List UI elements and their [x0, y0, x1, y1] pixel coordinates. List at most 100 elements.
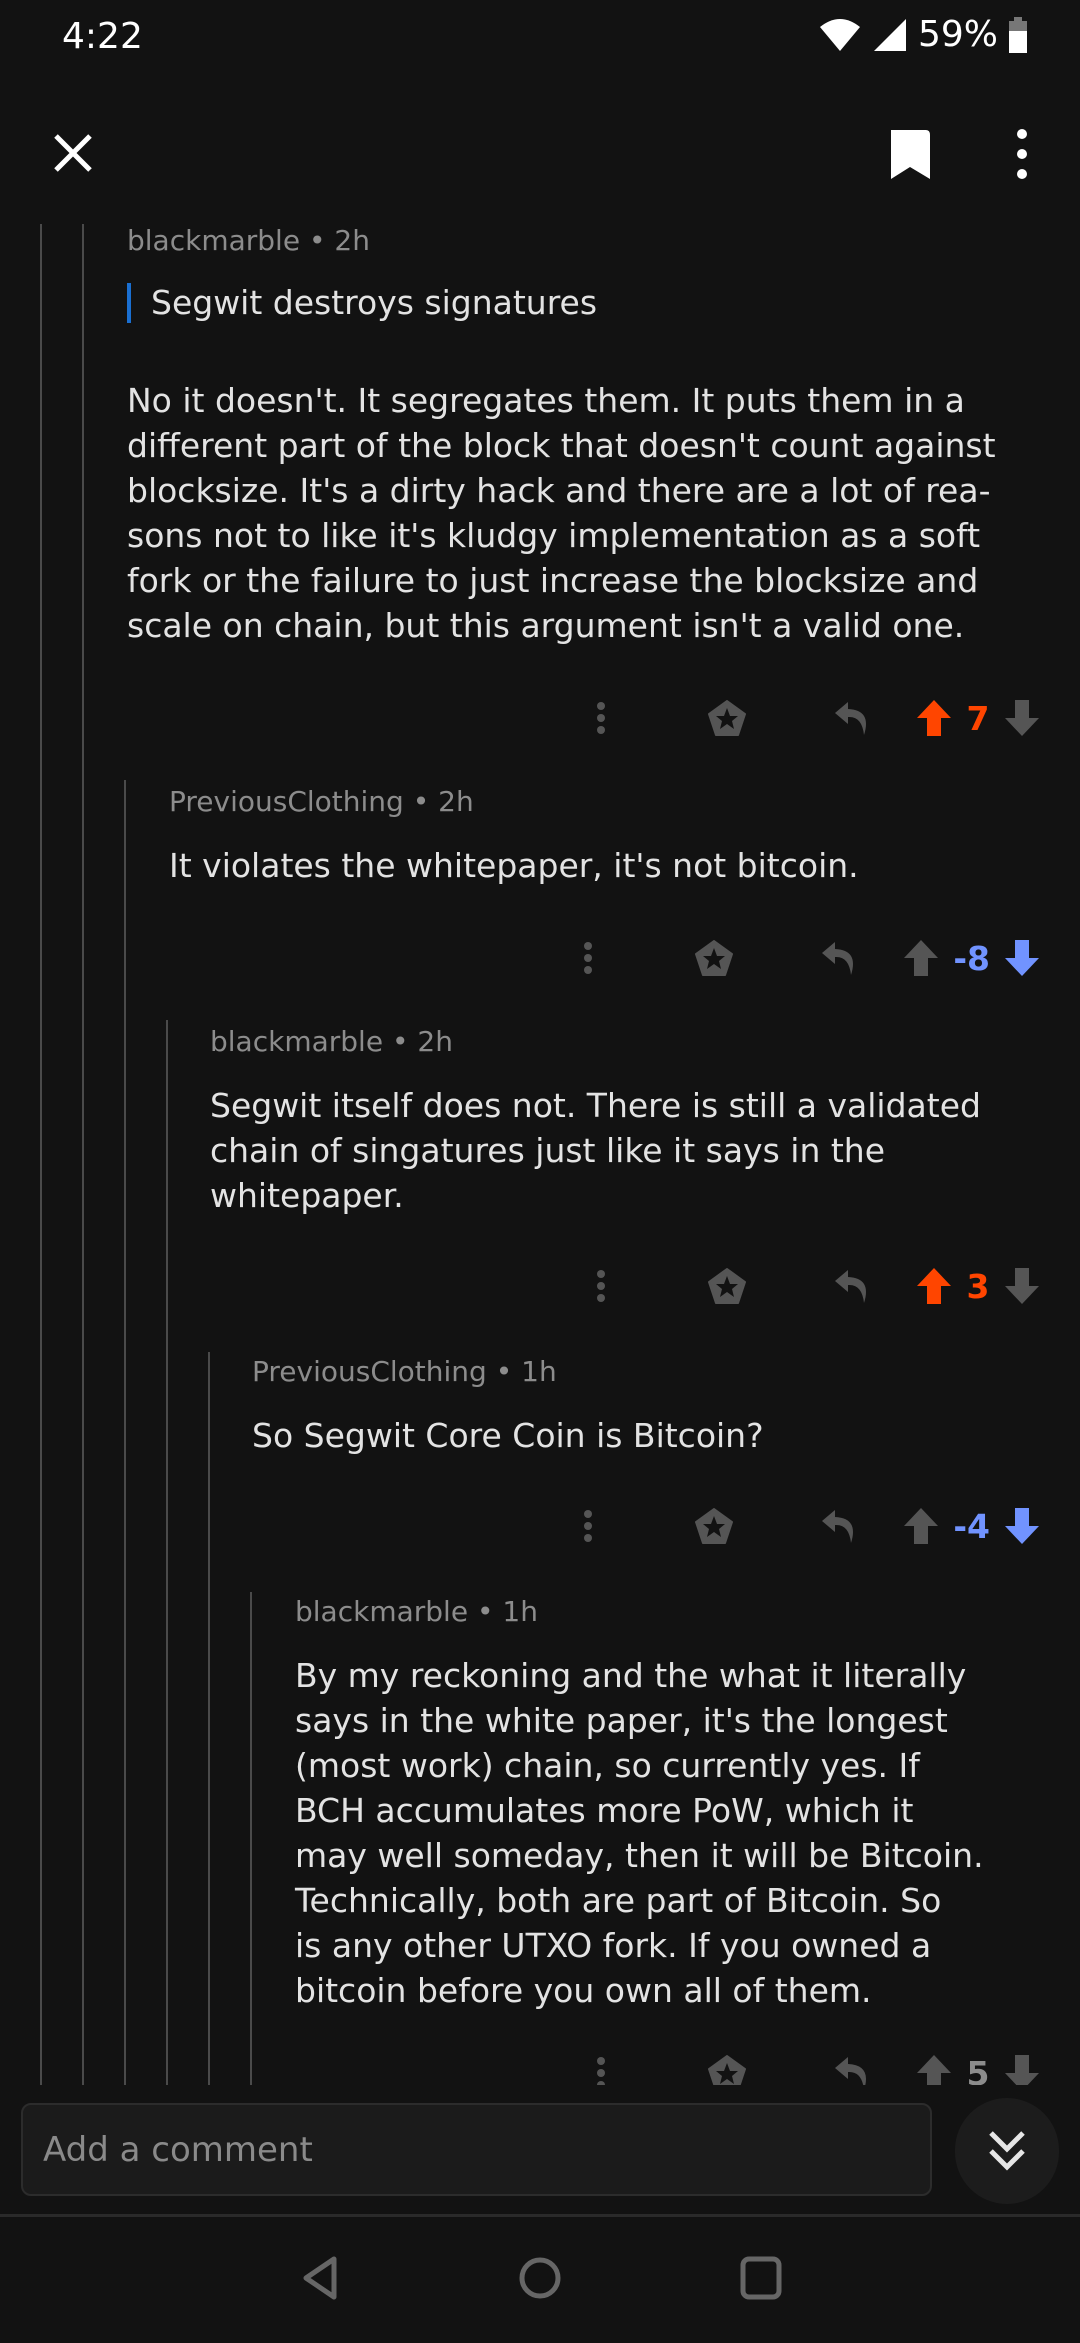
back-icon[interactable] — [300, 2255, 340, 2301]
wifi-icon — [819, 18, 860, 51]
double-chevron-down-icon — [989, 2131, 1025, 2171]
comment-score: 3 — [966, 1266, 990, 1306]
vote-controls: 5 — [916, 2053, 1040, 2086]
comment-age: 1h — [502, 1595, 538, 1628]
body-line: (most work) chain, so currently yes. If — [295, 1746, 920, 1785]
comment-author[interactable]: blackmarble — [127, 224, 300, 257]
comment-body: So Segwit Core Coin is Bitcoin? — [252, 1413, 764, 1458]
body-line: fork or the failure to just increase the… — [127, 561, 979, 600]
reply-button[interactable] — [790, 700, 916, 736]
award-icon — [695, 1508, 734, 1544]
comment-age: 2h — [417, 1025, 453, 1058]
comment-score: -8 — [953, 938, 990, 978]
comment-composer[interactable] — [21, 2103, 932, 2196]
comment-actions: 5 — [538, 2043, 1040, 2085]
comment-actions: -4 — [525, 1496, 1040, 1556]
award-button[interactable] — [664, 1268, 790, 1304]
upvote-icon[interactable] — [916, 1267, 952, 1305]
body-line: By my reckoning and the what it literall… — [295, 1656, 967, 1695]
comment-author[interactable]: PreviousClothing — [169, 785, 404, 818]
reply-button[interactable] — [777, 940, 903, 976]
body-line: whitepaper. — [210, 1176, 404, 1215]
award-icon — [708, 2055, 746, 2085]
reply-icon — [822, 1510, 854, 1543]
more-options-button[interactable] — [525, 1509, 651, 1543]
status-icons: 59% — [818, 14, 1028, 55]
comment-meta: PreviousClothing • 2h — [169, 785, 474, 818]
more-options-button[interactable] — [538, 1269, 664, 1303]
comment-body: Segwit itself does not. There is still a… — [210, 1083, 981, 1218]
comment-body: It violates the whitepaper, it's not bit… — [169, 843, 859, 888]
vote-controls: -8 — [903, 939, 1040, 978]
upvote-icon[interactable] — [916, 2054, 952, 2085]
vote-controls: -4 — [903, 1507, 1040, 1546]
award-button[interactable] — [651, 1508, 777, 1544]
upvote-icon[interactable] — [903, 939, 939, 977]
system-nav-bar — [0, 2214, 1080, 2343]
downvote-icon[interactable] — [1004, 1267, 1040, 1305]
comment-meta: blackmarble • 2h — [210, 1025, 453, 1058]
reply-icon — [822, 942, 854, 975]
bookmark-icon[interactable] — [888, 127, 932, 181]
comment-actions: 7 — [538, 688, 1040, 748]
battery-icon — [1009, 16, 1027, 53]
body-line: says in the white paper, it's the longes… — [295, 1701, 948, 1740]
battery-percent: 59% — [917, 14, 998, 55]
comment-age: 2h — [334, 224, 370, 257]
reply-button[interactable] — [790, 1268, 916, 1304]
comment-score: 7 — [966, 698, 990, 738]
comment-author[interactable]: blackmarble — [295, 1595, 468, 1628]
more-options-button[interactable] — [538, 2056, 664, 2085]
recents-icon[interactable] — [740, 2256, 782, 2300]
downvote-icon[interactable] — [1004, 699, 1040, 737]
comment-meta: PreviousClothing • 1h — [252, 1355, 557, 1388]
comment-score: 5 — [966, 2053, 990, 2086]
home-icon[interactable] — [518, 2256, 562, 2300]
body-line: So Segwit Core Coin is Bitcoin? — [252, 1416, 764, 1455]
body-line: sons not to like it's kludgy implementat… — [127, 516, 981, 555]
close-icon[interactable] — [52, 132, 94, 174]
body-line: scale on chain, but this argument isn't … — [127, 606, 965, 645]
award-button[interactable] — [664, 2055, 790, 2085]
comment-quote: Segwit destroys signatures — [127, 283, 597, 323]
reply-icon — [835, 1270, 866, 1303]
downvote-icon[interactable] — [1004, 2054, 1040, 2085]
status-time: 4:22 — [62, 16, 143, 57]
body-line: blocksize. It's a dirty hack and there a… — [127, 471, 991, 510]
more-options-button[interactable] — [525, 941, 651, 975]
comment-age: 2h — [438, 785, 474, 818]
reply-button[interactable] — [790, 2055, 916, 2085]
award-button[interactable] — [651, 940, 777, 976]
comment-score: -4 — [953, 1506, 990, 1546]
reply-icon — [835, 2057, 866, 2085]
comment-age: 1h — [521, 1355, 557, 1388]
more-vertical-icon — [597, 702, 605, 734]
body-line: may well someday, then it will be Bitcoi… — [295, 1836, 984, 1875]
add-comment-input[interactable] — [23, 2105, 930, 2194]
more-vertical-icon — [597, 1270, 605, 1302]
more-options-button[interactable] — [538, 701, 664, 735]
more-vertical-icon — [597, 2057, 605, 2085]
vote-controls: 3 — [916, 1267, 1040, 1306]
award-icon — [695, 940, 734, 976]
body-line: bitcoin before you own all of them. — [295, 1971, 872, 2010]
comment-meta: blackmarble • 2h — [127, 224, 370, 257]
reply-icon — [835, 702, 866, 735]
comment-author[interactable]: blackmarble — [210, 1025, 383, 1058]
more-vertical-icon — [584, 942, 593, 974]
signal-icon — [873, 18, 906, 51]
comment-author[interactable]: PreviousClothing — [252, 1355, 487, 1388]
upvote-icon[interactable] — [903, 1507, 939, 1545]
more-vertical-icon — [584, 1510, 593, 1542]
body-line: is any other UTXO fork. If you owned a — [295, 1926, 932, 1965]
reply-button[interactable] — [777, 1508, 903, 1544]
downvote-icon[interactable] — [1004, 939, 1040, 977]
upvote-icon[interactable] — [916, 699, 952, 737]
comment-body: No it doesn't. It segregates them. It pu… — [127, 378, 996, 648]
downvote-icon[interactable] — [1004, 1507, 1040, 1545]
next-comment-button[interactable] — [955, 2098, 1059, 2204]
award-button[interactable] — [664, 700, 790, 736]
more-vertical-icon[interactable] — [1012, 128, 1032, 180]
body-line: BCH accumulates more PoW, which it — [295, 1791, 914, 1830]
comment-actions: -8 — [525, 928, 1040, 988]
